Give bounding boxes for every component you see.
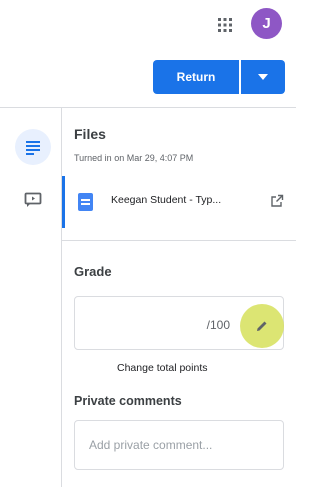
avatar[interactable]: J [251,8,282,39]
turned-in-status: Turned in on Mar 29, 4:07 PM [74,153,194,163]
open-in-new-icon[interactable] [270,194,284,208]
file-attachment[interactable]: Keegan Student - Typ... [62,176,296,228]
grade-heading: Grade [74,264,112,279]
section-divider [62,240,296,241]
files-heading: Files [74,126,106,142]
private-comments-heading: Private comments [74,394,182,408]
side-rail [0,108,62,487]
edit-total-points-button[interactable] [240,304,284,348]
apps-grid-icon [218,18,232,32]
google-docs-icon [78,193,93,211]
edit-pencil-icon [257,321,267,331]
rail-comments-button[interactable] [15,182,51,218]
files-icon [26,141,40,155]
return-dropdown-button[interactable] [241,60,285,94]
file-selected-indicator [62,176,65,228]
caret-down-icon [258,74,268,80]
grade-total-points: /100 [206,318,230,332]
rail-files-button[interactable] [15,129,51,165]
file-name[interactable]: Keegan Student - Typ... [111,194,221,206]
change-total-points-tooltip: Change total points [117,362,208,374]
private-comment-input[interactable] [74,420,284,470]
comment-icon [24,192,42,207]
return-button[interactable]: Return [153,60,239,94]
apps-button[interactable] [210,10,240,40]
